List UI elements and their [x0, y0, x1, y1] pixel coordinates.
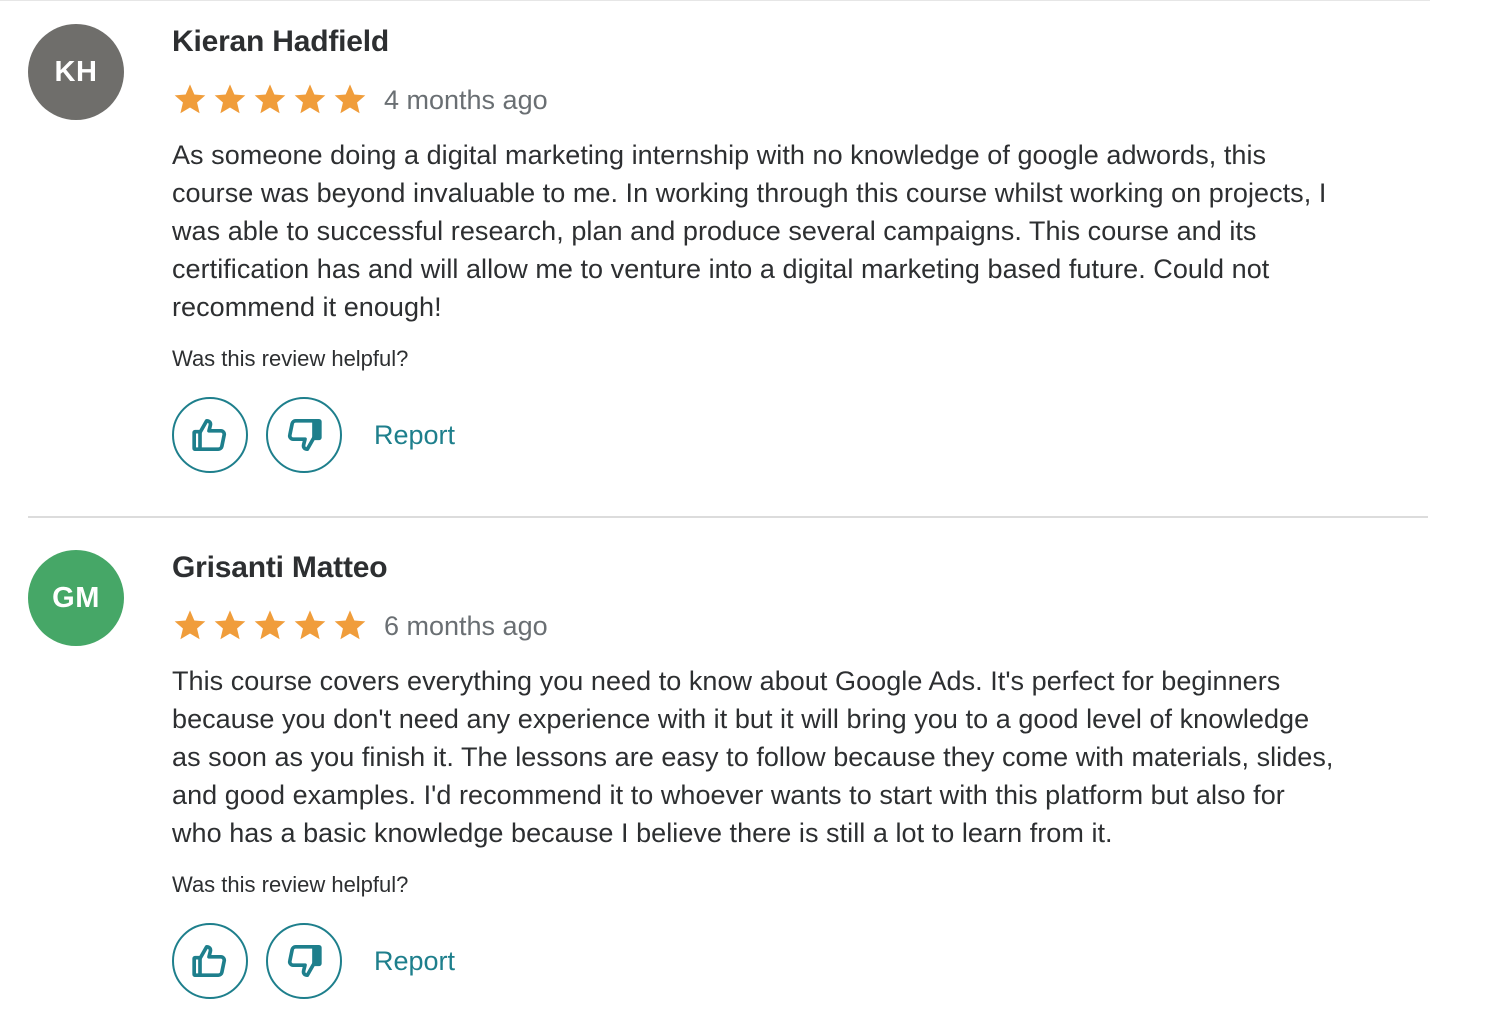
- star-icon: [292, 608, 328, 644]
- reviewer-name: Grisanti Matteo: [172, 551, 388, 584]
- star-icon: [212, 608, 248, 644]
- star-icon: [172, 82, 208, 118]
- review-text-line: who has a basic knowledge because I beli…: [172, 818, 1113, 848]
- thumbs-down-icon: [284, 941, 324, 981]
- star-icon: [252, 82, 288, 118]
- helpful-no-button[interactable]: [266, 923, 342, 999]
- review-text: As someone doing a digital marketing int…: [172, 136, 1422, 326]
- star-rating: [172, 606, 372, 646]
- star-icon: [332, 82, 368, 118]
- review-text-line: This course covers everything you need t…: [172, 666, 1281, 696]
- star-icon: [212, 82, 248, 118]
- review-text-line: was able to successful research, plan an…: [172, 216, 1257, 246]
- helpful-yes-button[interactable]: [172, 923, 248, 999]
- star-icon: [292, 82, 328, 118]
- review-text-line: recommend it enough!: [172, 292, 442, 322]
- review-item: KH Kieran Hadfield 4 months ago As someo…: [0, 0, 1430, 500]
- rating-row: 4 months ago: [172, 80, 1422, 120]
- avatar: GM: [28, 550, 124, 646]
- review-time: 4 months ago: [384, 85, 548, 115]
- helpful-prompt: Was this review helpful?: [172, 872, 409, 897]
- report-link[interactable]: Report: [374, 415, 455, 455]
- review-time: 6 months ago: [384, 611, 548, 641]
- review-text-line: and good examples. I'd recommend it to w…: [172, 780, 1285, 810]
- review-item: GM Grisanti Matteo 6 months ago This cou…: [0, 526, 1430, 1032]
- review-text-line: as soon as you finish it. The lessons ar…: [172, 742, 1334, 772]
- review-text-line: course was beyond invaluable to me. In w…: [172, 178, 1327, 208]
- star-rating: [172, 80, 372, 120]
- review-content: Kieran Hadfield 4 months ago As someone …: [172, 24, 1422, 475]
- review-actions: Report: [172, 395, 1422, 475]
- star-icon: [332, 608, 368, 644]
- review-text-line: because you don't need any experience wi…: [172, 704, 1310, 734]
- thumbs-up-icon: [190, 415, 230, 455]
- avatar: KH: [28, 24, 124, 120]
- thumbs-down-icon: [284, 415, 324, 455]
- review-text-line: As someone doing a digital marketing int…: [172, 140, 1267, 170]
- star-icon: [172, 608, 208, 644]
- helpful-prompt: Was this review helpful?: [172, 346, 409, 371]
- review-text: This course covers everything you need t…: [172, 662, 1422, 852]
- review-actions: Report: [172, 921, 1422, 1001]
- review-divider: [28, 516, 1428, 518]
- rating-row: 6 months ago: [172, 606, 1422, 646]
- helpful-no-button[interactable]: [266, 397, 342, 473]
- helpful-yes-button[interactable]: [172, 397, 248, 473]
- report-link[interactable]: Report: [374, 941, 455, 981]
- star-icon: [252, 608, 288, 644]
- reviewer-name: Kieran Hadfield: [172, 25, 390, 58]
- thumbs-up-icon: [190, 941, 230, 981]
- review-text-line: certification has and will allow me to v…: [172, 254, 1270, 284]
- review-content: Grisanti Matteo 6 months ago This course…: [172, 550, 1422, 1001]
